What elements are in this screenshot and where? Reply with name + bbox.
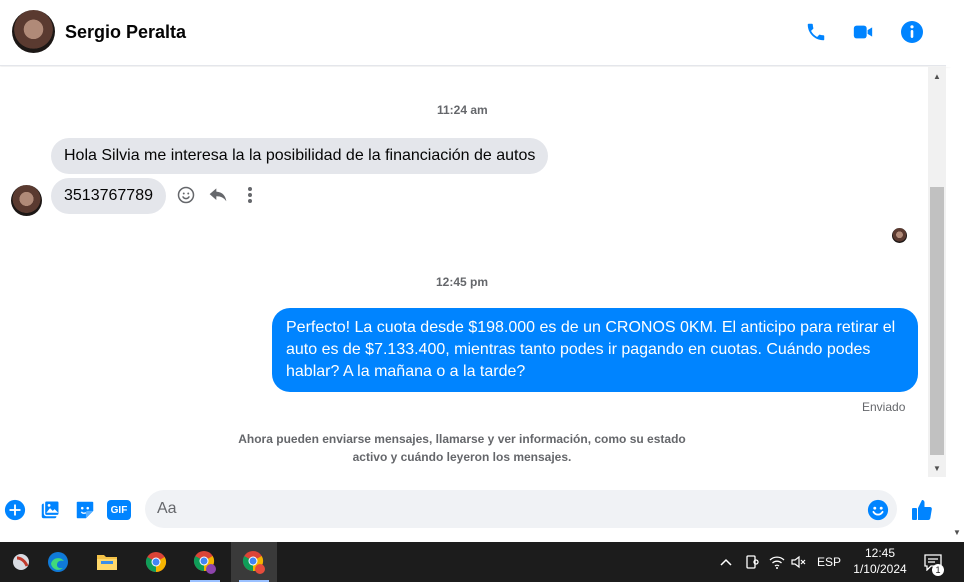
scroll-up-arrow[interactable]: ▲ bbox=[932, 71, 942, 81]
timestamp: 12:45 pm bbox=[436, 275, 489, 289]
gif-icon[interactable]: GIF bbox=[107, 498, 131, 522]
sent-status: Enviado bbox=[862, 400, 906, 414]
notification-icon[interactable]: 1 bbox=[920, 542, 946, 582]
meet-now-icon[interactable] bbox=[742, 542, 762, 582]
plus-icon[interactable] bbox=[3, 498, 27, 522]
phone-icon[interactable] bbox=[803, 19, 829, 45]
gallery-icon[interactable] bbox=[38, 498, 62, 522]
message-composer: GIF Aa bbox=[0, 480, 950, 540]
contact-name[interactable]: Sergio Peralta bbox=[65, 22, 186, 43]
chrome-icon[interactable] bbox=[133, 542, 179, 582]
chrome-profile-icon[interactable] bbox=[182, 542, 228, 582]
messenger-window: Sergio Peralta 11:24 am Hola Silvia me i… bbox=[0, 0, 964, 582]
volume-muted-icon[interactable] bbox=[788, 542, 810, 582]
clock-time: 12:45 bbox=[864, 546, 896, 560]
scroll-down-arrow[interactable]: ▼ bbox=[932, 463, 942, 473]
right-edge: ▼ bbox=[950, 480, 964, 540]
chrome-profile-icon-2[interactable] bbox=[231, 542, 277, 582]
video-icon[interactable] bbox=[850, 19, 876, 45]
reply-icon[interactable] bbox=[208, 185, 228, 205]
contact-avatar-small[interactable] bbox=[11, 185, 42, 216]
window-edge bbox=[946, 0, 964, 67]
edge-icon[interactable] bbox=[35, 542, 81, 582]
windows-taskbar: ESP 12:45 1/10/2024 1 bbox=[0, 542, 964, 582]
clock[interactable]: 12:45 1/10/2024 bbox=[848, 545, 912, 577]
message-input[interactable]: Aa bbox=[145, 490, 897, 528]
emoji-icon[interactable] bbox=[866, 498, 890, 522]
incoming-message[interactable]: Hola Silvia me interesa la la posibilida… bbox=[51, 138, 549, 174]
timestamp: 11:24 am bbox=[437, 103, 488, 117]
gif-label: GIF bbox=[110, 504, 128, 516]
chat-header: Sergio Peralta bbox=[0, 0, 950, 66]
incoming-message[interactable]: 3513767789 bbox=[51, 178, 166, 214]
more-icon[interactable] bbox=[240, 185, 260, 205]
like-icon[interactable] bbox=[910, 498, 934, 522]
contact-avatar[interactable] bbox=[12, 10, 55, 53]
language-indicator[interactable]: ESP bbox=[814, 542, 844, 582]
clock-date: 1/10/2024 bbox=[853, 562, 907, 576]
conversation-scrollbar[interactable]: ▲ ▼ bbox=[928, 67, 946, 477]
resize-arrow: ▼ bbox=[953, 528, 961, 537]
wifi-icon[interactable] bbox=[766, 542, 788, 582]
reaction-icon[interactable] bbox=[176, 185, 196, 205]
read-receipt-avatar bbox=[892, 228, 907, 243]
chevron-up-icon[interactable] bbox=[716, 542, 736, 582]
notification-badge: 1 bbox=[932, 564, 944, 576]
info-icon[interactable] bbox=[899, 19, 925, 45]
scroll-thumb[interactable] bbox=[930, 187, 944, 455]
message-actions bbox=[176, 185, 260, 205]
outgoing-message[interactable]: Perfecto! La cuota desde $198.000 es de … bbox=[272, 308, 918, 392]
sticker-icon[interactable] bbox=[73, 498, 97, 522]
file-explorer-icon[interactable] bbox=[84, 542, 130, 582]
info-notice: Ahora pueden enviarse mensajes, llamarse… bbox=[238, 432, 686, 464]
conversation-panel: 11:24 am Hola Silvia me interesa la la p… bbox=[0, 67, 928, 477]
